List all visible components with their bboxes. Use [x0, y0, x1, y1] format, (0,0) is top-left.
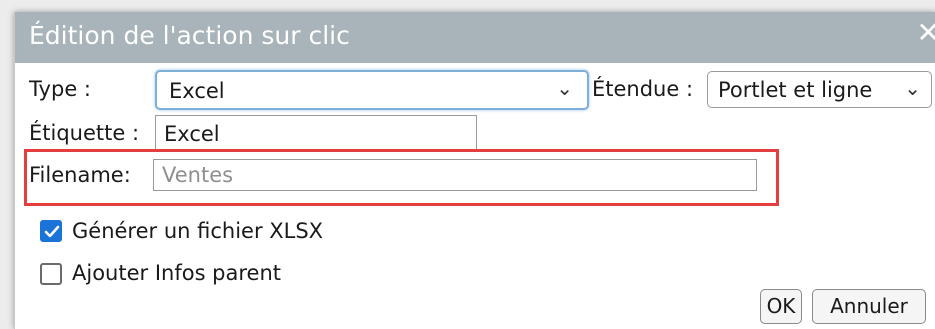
click-action-dialog: Édition de l'action sur clic ✕ Type : Ex…: [14, 12, 935, 329]
dialog-titlebar[interactable]: Édition de l'action sur clic ✕: [15, 12, 935, 63]
scope-label: Étendue :: [592, 77, 694, 101]
check-icon: [44, 225, 60, 238]
close-icon[interactable]: ✕: [917, 19, 935, 47]
dialog-title: Édition de l'action sur clic: [29, 21, 350, 50]
xlsx-checkbox[interactable]: [40, 220, 62, 242]
type-label: Type :: [29, 77, 91, 101]
cancel-button[interactable]: Annuler: [812, 289, 926, 324]
label-label: Étiquette :: [29, 121, 140, 145]
label-input[interactable]: Excel: [155, 115, 477, 152]
chevron-down-icon: ⌄: [904, 76, 921, 100]
parent-info-label: Ajouter Infos parent: [72, 261, 282, 285]
type-select[interactable]: Excel ⌄: [155, 70, 589, 110]
highlight-box: [24, 149, 779, 206]
scope-select[interactable]: Portlet et ligne ⌄: [707, 71, 932, 108]
ok-button[interactable]: OK: [760, 289, 802, 324]
type-select-value: Excel: [169, 79, 225, 103]
xlsx-label: Générer un fichier XLSX: [72, 219, 324, 243]
scope-select-value: Portlet et ligne: [718, 78, 873, 102]
chevron-down-icon: ⌄: [556, 76, 573, 100]
parent-info-checkbox[interactable]: [40, 263, 62, 285]
